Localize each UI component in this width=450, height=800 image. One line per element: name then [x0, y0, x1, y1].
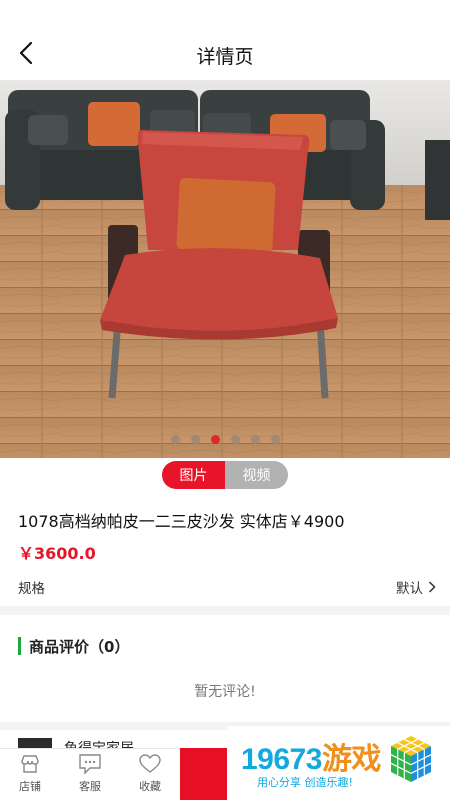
- spec-value: 默认: [396, 581, 423, 597]
- page-title: 详情页: [196, 46, 254, 68]
- tab-images[interactable]: 图片: [162, 461, 225, 489]
- header: 详情页: [0, 0, 450, 80]
- banner-logo-text: 19673游戏: [241, 734, 381, 778]
- reviews-header: 商品评价（0）: [18, 636, 129, 656]
- heart-icon: [139, 754, 161, 773]
- banner-game-text: 游戏: [321, 743, 382, 776]
- section-divider: [0, 606, 450, 615]
- favorite-button[interactable]: 收藏: [130, 753, 170, 794]
- carousel-indicator: [0, 435, 450, 444]
- carousel-dot[interactable]: [230, 435, 240, 444]
- store-icon: [21, 755, 39, 773]
- reviews-title: 商品评价（0）: [29, 637, 130, 656]
- store-tab-button[interactable]: 店铺: [10, 753, 50, 794]
- product-title: 1078高档纳帕皮一二三皮沙发 实体店￥4900: [18, 512, 345, 531]
- product-image-carousel[interactable]: [0, 80, 450, 458]
- carousel-dot[interactable]: [270, 435, 280, 444]
- product-price: ￥3600.0: [18, 544, 96, 563]
- product-photo: [0, 80, 450, 458]
- customer-service-label: 客服: [79, 780, 101, 793]
- banner-slogan: 用心分享 创造乐趣!: [257, 776, 353, 789]
- store-tab-label: 店铺: [19, 780, 41, 793]
- cube-logo-icon: [390, 736, 432, 782]
- media-type-toggle: 图片 视频: [162, 461, 288, 489]
- spec-label: 规格: [18, 581, 45, 597]
- carousel-dot[interactable]: [170, 435, 180, 444]
- chevron-right-icon: [428, 581, 436, 593]
- add-to-cart-button[interactable]: [180, 748, 228, 800]
- carousel-dot[interactable]: [250, 435, 260, 444]
- carousel-dot-active[interactable]: [210, 435, 220, 444]
- chat-icon: [79, 754, 101, 775]
- section-accent-bar: [18, 637, 21, 655]
- reviews-empty-text: 暂无评论!: [194, 684, 256, 700]
- carousel-dot[interactable]: [190, 435, 200, 444]
- customer-service-button[interactable]: 客服: [70, 753, 110, 794]
- banner-number: 19673: [241, 743, 322, 776]
- spec-selector[interactable]: 规格 默认: [18, 577, 436, 597]
- favorite-label: 收藏: [139, 780, 161, 793]
- watermark-banner: 19673游戏 用心分享 创造乐趣!: [227, 726, 450, 800]
- tab-video[interactable]: 视频: [225, 461, 288, 489]
- spec-value-wrap: 默认: [396, 577, 436, 597]
